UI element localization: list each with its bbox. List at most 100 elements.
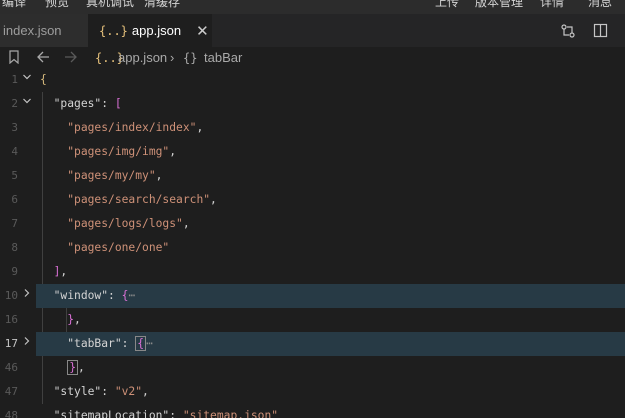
code-line[interactable]: "window": {⋯ [40,284,136,308]
code-token: , [210,193,217,206]
json-file-icon: {..} [99,23,128,38]
code-token: "pages/logs/logs" [67,217,183,230]
code-token: : [169,409,183,418]
code-token: , [78,361,85,374]
line-number: 8 [11,241,18,254]
code-line[interactable]: "pages/index/index", [40,116,203,140]
code-token: "window" [53,289,109,302]
line-number: 3 [11,121,18,134]
split-editor-icon[interactable] [593,14,608,47]
line-number: 17 [4,337,18,350]
fold-expanded-icon[interactable] [21,92,33,116]
back-arrow-icon[interactable] [36,50,50,67]
tab-label: app.json [131,23,182,38]
code-token: } [67,313,75,326]
code-token: , [142,385,149,398]
code-token: , [74,313,81,326]
messages-button[interactable]: 消息 [588,0,612,10]
code-line[interactable]: "pages/my/my", [40,164,162,188]
folded-ellipsis[interactable]: ⋯ [146,337,153,350]
breadcrumb-symbol[interactable]: tabBar [204,50,242,65]
code-token: , [182,217,190,230]
clear-cache-button[interactable]: 清缓存 [144,0,180,10]
fold-collapsed-icon[interactable] [21,332,33,356]
preview-button[interactable]: 预览 [45,0,69,10]
code-token: "pages/my/my" [67,169,156,182]
code-line[interactable]: "style": "v2", [40,380,149,404]
code-line[interactable]: "pages/search/search", [40,188,217,212]
code-token: "sitemap.json" [182,409,279,418]
version-manage-button[interactable]: 版本管理 [475,0,523,10]
code-token: "sitemapLocation" [53,409,170,418]
line-number: 2 [11,97,18,110]
top-toolbar: 编译 预览 真机调试 清缓存 上传 版本管理 详情 消息 [0,0,625,14]
tab-index-json[interactable]: index.json [0,14,88,47]
folded-ellipsis[interactable]: ⋯ [128,289,135,302]
code-token: "pages/one/one" [67,241,170,254]
breadcrumb: {..} app.json › {} tabBar [0,47,625,70]
breadcrumb-file[interactable]: app.json [118,50,167,65]
line-number: 5 [11,169,18,182]
line-number: 47 [4,385,18,398]
fold-expanded-icon[interactable] [21,70,33,92]
fold-collapsed-icon[interactable] [21,284,33,308]
line-number: 1 [11,73,18,86]
code-token: "pages/index/index" [67,121,197,134]
code-line[interactable]: ], [40,260,68,284]
bookmark-icon[interactable] [8,50,20,67]
code-line[interactable]: "pages/one/one" [40,236,169,260]
upload-button[interactable]: 上传 [435,0,459,10]
chevron-right-icon: › [170,50,175,65]
code-token: , [196,121,204,134]
line-number: 48 [4,409,18,418]
code-line[interactable]: "pages": [ [40,92,122,116]
code-token: { [135,336,147,351]
tab-app-json[interactable]: {..} app.json ✕ [88,14,212,47]
code-token: "pages/img/img" [67,145,170,158]
code-token: "v2" [114,385,143,398]
code-editor[interactable]: 1{2 "pages": [3 "pages/index/index", 4 "p… [0,70,625,418]
code-line[interactable]: "pages/img/img", [40,140,176,164]
compare-changes-icon[interactable] [560,14,576,47]
code-token: "pages" [53,97,102,110]
code-token: : [101,97,115,110]
details-button[interactable]: 详情 [540,0,564,10]
line-number: 10 [4,289,18,302]
device-debug-button[interactable]: 真机调试 [86,0,134,10]
close-icon[interactable]: ✕ [196,22,209,40]
compile-button[interactable]: 编译 [2,0,26,10]
line-number: 7 [11,217,18,230]
code-line[interactable]: { [40,70,47,92]
code-token: "pages/search/search" [67,193,211,206]
code-line[interactable]: "tabBar": {⋯ [40,332,153,356]
line-number: 16 [4,313,18,326]
code-token: , [60,265,68,278]
code-token: : [101,385,115,398]
code-line[interactable]: "sitemapLocation": "sitemap.json" [40,404,278,418]
code-token: , [155,169,163,182]
tab-label: index.json [3,23,62,38]
object-symbol-icon: {} [183,51,198,65]
code-line[interactable]: }, [40,356,85,380]
code-line[interactable]: }, [40,308,81,332]
editor-tab-bar: index.json {..} app.json ✕ [0,14,625,47]
code-token: "tabBar" [67,337,122,350]
forward-arrow-icon[interactable] [64,50,78,67]
code-token: [ [114,97,122,110]
code-token: : [121,337,136,350]
line-number: 6 [11,193,18,206]
code-line[interactable]: "pages/logs/logs", [40,212,190,236]
code-token: } [67,360,79,375]
